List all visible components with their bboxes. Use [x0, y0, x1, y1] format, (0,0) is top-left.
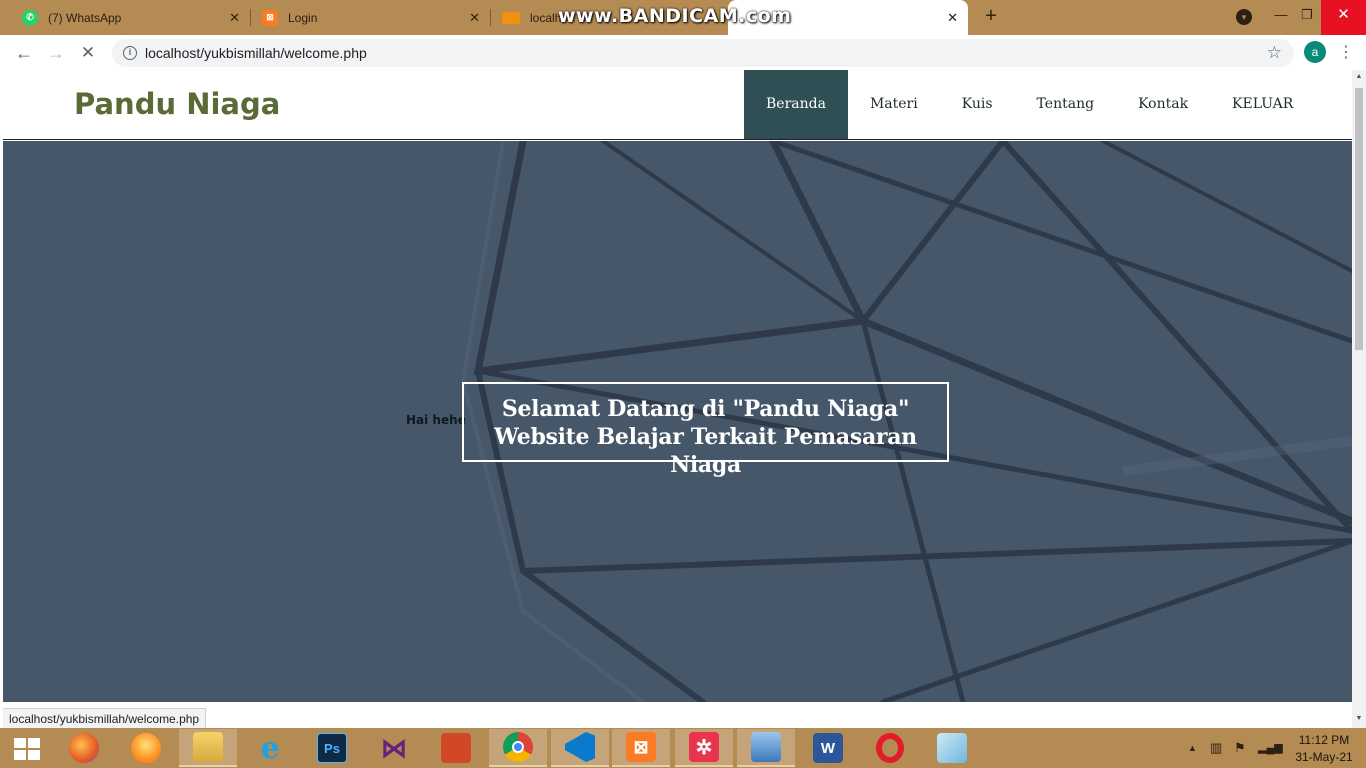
opera-icon[interactable] [861, 729, 919, 767]
back-button[interactable]: ← [12, 41, 36, 65]
firefox-icon[interactable] [55, 729, 113, 767]
phpmyadmin-icon [502, 11, 520, 24]
welcome-line-1: Selamat Datang di "Pandu Niaga" [501, 396, 910, 422]
close-icon[interactable]: ✕ [947, 10, 958, 26]
site-brand[interactable]: Pandu Niaga [74, 87, 280, 121]
site-header: Pandu Niaga Beranda Materi Kuis Tentang … [3, 70, 1352, 140]
info-icon[interactable]: i [123, 46, 137, 60]
screen: ✆ (7) WhatsApp ✕ ⊠ Login ✕ localh ✕ www.… [0, 0, 1366, 768]
signal-icon[interactable]: ▂▄▆ [1258, 728, 1283, 768]
window-close-button[interactable]: ✕ [1321, 0, 1366, 35]
visual-studio-icon[interactable]: ⋈ [365, 729, 423, 767]
browser-tabstrip: ✆ (7) WhatsApp ✕ ⊠ Login ✕ localh ✕ www.… [0, 0, 1366, 35]
clock-time: 11:12 PM [1298, 733, 1350, 747]
status-bar: localhost/yukbismillah/welcome.php [3, 708, 207, 728]
new-tab-button[interactable]: + [980, 5, 1002, 27]
internet-explorer-icon[interactable]: e [241, 729, 299, 767]
site-nav: Beranda Materi Kuis Tentang Kontak KELUA… [744, 70, 1315, 139]
bookmark-star-icon[interactable]: ☆ [1267, 43, 1282, 63]
taskbar-clock[interactable]: 11:12 PM 31-May-21 [1286, 732, 1362, 766]
tab-title: localh [530, 10, 562, 25]
url-text[interactable]: localhost/yukbismillah/welcome.php [145, 45, 367, 61]
vscode-icon[interactable] [551, 729, 609, 767]
hero-banner: Hai hehe Selamat Datang di "Pandu Niaga"… [3, 141, 1352, 702]
nav-materi[interactable]: Materi [848, 70, 940, 139]
nav-kontak[interactable]: Kontak [1116, 70, 1210, 139]
page-viewport: Pandu Niaga Beranda Materi Kuis Tentang … [0, 70, 1366, 728]
tab-title: (7) WhatsApp [48, 10, 122, 25]
welcome-box: Selamat Datang di "Pandu Niaga" Website … [462, 382, 949, 478]
nav-keluar[interactable]: KELUAR [1210, 70, 1315, 139]
clock-date: 31-May-21 [1295, 750, 1353, 764]
network-device-icon[interactable]: ▥ [1210, 728, 1222, 768]
bandicam-watermark: www.BANDICAM.com [558, 5, 792, 27]
tab-title: Login [288, 10, 318, 25]
profile-avatar[interactable]: a [1304, 41, 1326, 63]
tab-login[interactable]: ⊠ Login ✕ [240, 0, 490, 35]
file-explorer-icon[interactable] [179, 729, 237, 767]
tab-search-icon[interactable]: ▾ [1236, 9, 1252, 25]
browser-toolbar: ← → ✕ i localhost/yukbismillah/welcome.p… [0, 35, 1366, 70]
flag-icon[interactable]: ⚑ [1234, 728, 1246, 768]
tray-chevron-icon[interactable]: ▲ [1188, 728, 1197, 768]
remote-desktop-icon[interactable] [737, 729, 795, 767]
maximize-button[interactable]: ❐ [1292, 0, 1322, 35]
welcome-line-2: Website Belajar Terkait Pemasaran Niaga [494, 424, 917, 478]
notepad-icon[interactable] [923, 729, 981, 767]
photoshop-icon[interactable]: Ps [303, 729, 361, 767]
scroll-down-icon[interactable]: ▼ [1355, 715, 1363, 722]
tab-whatsapp[interactable]: ✆ (7) WhatsApp ✕ [0, 0, 250, 35]
forward-button[interactable]: → [44, 41, 68, 65]
page-scrollbar[interactable]: ▲ ▼ [1352, 70, 1366, 728]
address-bar[interactable]: i localhost/yukbismillah/welcome.php ☆ [112, 39, 1294, 67]
chrome-icon[interactable] [489, 729, 547, 767]
browser-menu-icon[interactable]: ⋮ [1338, 42, 1354, 62]
stop-loading-button[interactable]: ✕ [76, 41, 100, 65]
greeting-text: Hai hehe [406, 413, 466, 427]
scroll-up-icon[interactable]: ▲ [1355, 73, 1363, 80]
nav-kuis[interactable]: Kuis [940, 70, 1015, 139]
close-icon[interactable]: ✕ [229, 10, 240, 26]
whatsapp-icon: ✆ [22, 9, 38, 26]
nav-beranda[interactable]: Beranda [744, 70, 848, 139]
powerpoint-icon[interactable] [427, 729, 485, 767]
scroll-thumb[interactable] [1355, 88, 1363, 350]
taskbar: e Ps ⋈ ⊠ ✲ W ▲ ▥ ⚑ ▂▄▆ 11:12 PM 31-May-2… [0, 728, 1366, 768]
xampp-icon: ⊠ [262, 9, 278, 26]
word-icon[interactable]: W [799, 729, 857, 767]
xampp-icon[interactable]: ⊠ [612, 729, 670, 767]
kodular-icon[interactable]: ✲ [675, 729, 733, 767]
nav-tentang[interactable]: Tentang [1015, 70, 1117, 139]
firefox-orange-icon[interactable] [117, 729, 175, 767]
close-icon[interactable]: ✕ [469, 10, 480, 26]
windows-start-icon[interactable] [14, 738, 40, 760]
